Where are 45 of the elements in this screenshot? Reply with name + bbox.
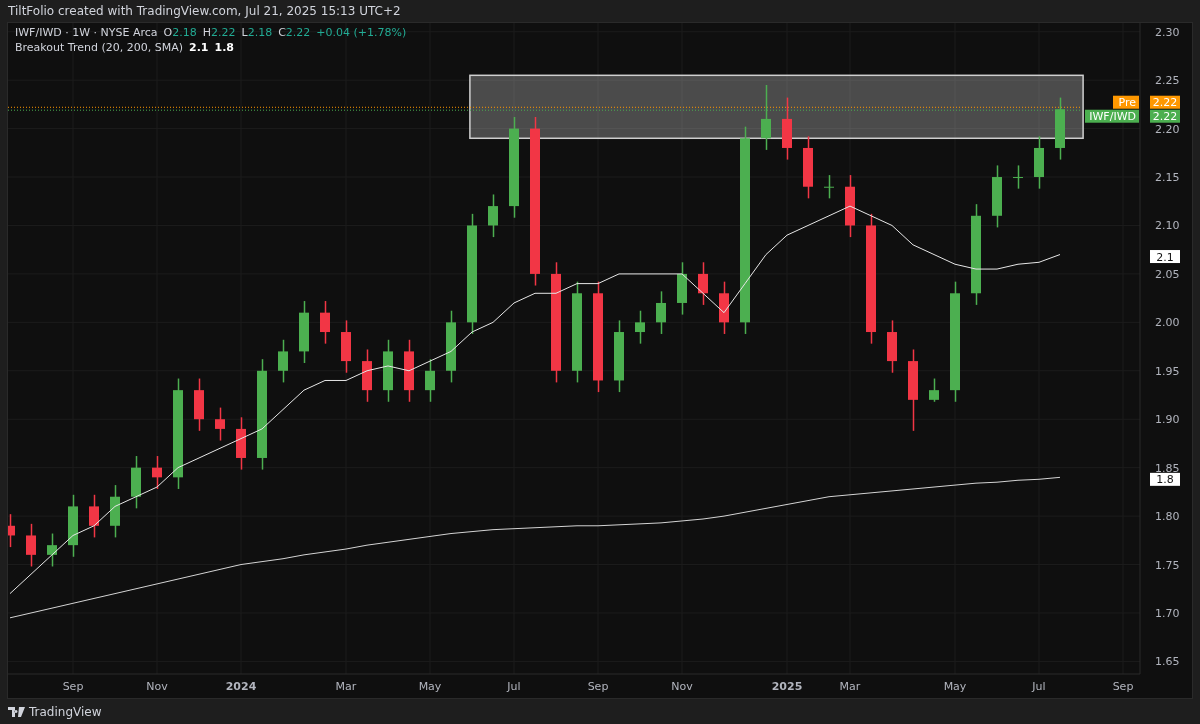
x-axis-label: May [418, 680, 442, 693]
y-axis-label: 2.00 [1155, 316, 1180, 330]
price-tag: IWF/IWD [1085, 109, 1139, 124]
y-axis-label: 2.10 [1155, 219, 1180, 233]
y-axis-label: 2.15 [1155, 171, 1180, 185]
x-axis-label: Sep [1112, 680, 1134, 693]
y-axis-label: 2.30 [1155, 25, 1180, 39]
brand-name: TradingView [29, 703, 102, 721]
ohlc-value: H2.22 [202, 26, 236, 40]
ohlc-value: C2.22 [278, 26, 311, 40]
y-axis-label: 1.95 [1155, 364, 1180, 378]
y-axis-label: 2.20 [1155, 122, 1180, 136]
logo-icon [8, 706, 25, 717]
ohlc-value: L2.18 [241, 26, 273, 40]
price-value-label: 1.8 [1150, 472, 1180, 487]
x-axis-label: 2024 [225, 680, 257, 693]
x-axis-label: Nov [146, 680, 168, 693]
price-value-label: 2.22 [1150, 109, 1180, 124]
change-value: +0.04 (+1.78%) [316, 26, 407, 40]
y-axis-label: 1.85 [1155, 461, 1180, 475]
indicator-value: 2.1 [189, 41, 209, 55]
x-axis-label: Mar [335, 680, 357, 693]
y-axis-label: 1.70 [1155, 606, 1180, 620]
x-axis-label: Sep [62, 680, 84, 693]
y-axis-label: 1.75 [1155, 558, 1180, 572]
x-axis-label: Mar [839, 680, 861, 693]
x-axis-label: Jul [507, 680, 521, 693]
price-tag: Pre [1113, 95, 1139, 110]
indicator-value: 1.8 [214, 41, 234, 55]
ohlc-value: O2.18 [163, 26, 197, 40]
indicator-label: Breakout Trend (20, 200, SMA) [15, 41, 183, 55]
y-axis-label: 1.90 [1155, 413, 1180, 427]
y-axis-label: 2.05 [1155, 267, 1180, 281]
y-axis-label: 1.80 [1155, 510, 1180, 524]
x-axis-label: 2025 [771, 680, 803, 693]
x-axis-label: May [943, 680, 967, 693]
price-value-label: 2.22 [1150, 95, 1180, 110]
header-title: TiltFolio created with TradingView.com, Jul 21, 2025 15:13 UTC+2 [8, 3, 401, 20]
x-axis-label: Sep [587, 680, 609, 693]
symbol-label: IWF/IWD · 1W · NYSE Arca [15, 26, 158, 40]
price-value-label: 2.1 [1150, 250, 1180, 264]
y-axis-label: 2.25 [1155, 74, 1180, 88]
y-axis-label: 1.65 [1155, 655, 1180, 669]
x-axis-label: Jul [1032, 680, 1046, 693]
x-axis-label: Nov [671, 680, 693, 693]
